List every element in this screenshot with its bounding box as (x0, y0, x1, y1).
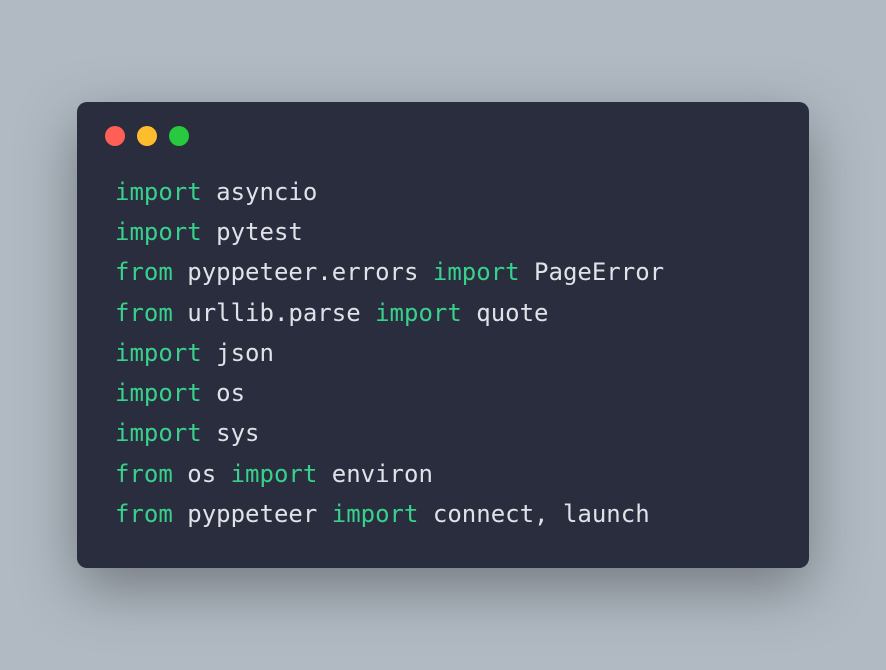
keyword: import (332, 500, 419, 528)
code-line: import json (115, 333, 771, 373)
keyword: import (231, 460, 318, 488)
minimize-icon[interactable] (137, 126, 157, 146)
keyword: from (115, 500, 173, 528)
code-line: import pytest (115, 212, 771, 252)
code-text: PageError (520, 258, 665, 286)
title-bar (77, 126, 809, 164)
code-window: import asyncioimport pytestfrom pyppetee… (77, 102, 809, 569)
code-text: pytest (202, 218, 303, 246)
maximize-icon[interactable] (169, 126, 189, 146)
keyword: import (115, 379, 202, 407)
code-text: json (202, 339, 274, 367)
code-text: pyppeteer.errors (173, 258, 433, 286)
code-text: urllib.parse (173, 299, 375, 327)
keyword: import (115, 178, 202, 206)
code-text: environ (317, 460, 433, 488)
code-line: from os import environ (115, 454, 771, 494)
keyword: import (115, 339, 202, 367)
code-text: os (173, 460, 231, 488)
code-text: pyppeteer (173, 500, 332, 528)
code-line: import os (115, 373, 771, 413)
code-text: quote (462, 299, 549, 327)
keyword: from (115, 299, 173, 327)
code-text: asyncio (202, 178, 318, 206)
code-line: from pyppeteer.errors import PageError (115, 252, 771, 292)
code-text: os (202, 379, 245, 407)
keyword: import (433, 258, 520, 286)
keyword: import (375, 299, 462, 327)
code-line: from urllib.parse import quote (115, 293, 771, 333)
code-text: connect, launch (418, 500, 649, 528)
code-block: import asyncioimport pytestfrom pyppetee… (77, 164, 809, 541)
code-line: import asyncio (115, 172, 771, 212)
code-line: from pyppeteer import connect, launch (115, 494, 771, 534)
close-icon[interactable] (105, 126, 125, 146)
keyword: from (115, 460, 173, 488)
code-text: sys (202, 419, 260, 447)
keyword: from (115, 258, 173, 286)
keyword: import (115, 218, 202, 246)
code-line: import sys (115, 413, 771, 453)
keyword: import (115, 419, 202, 447)
